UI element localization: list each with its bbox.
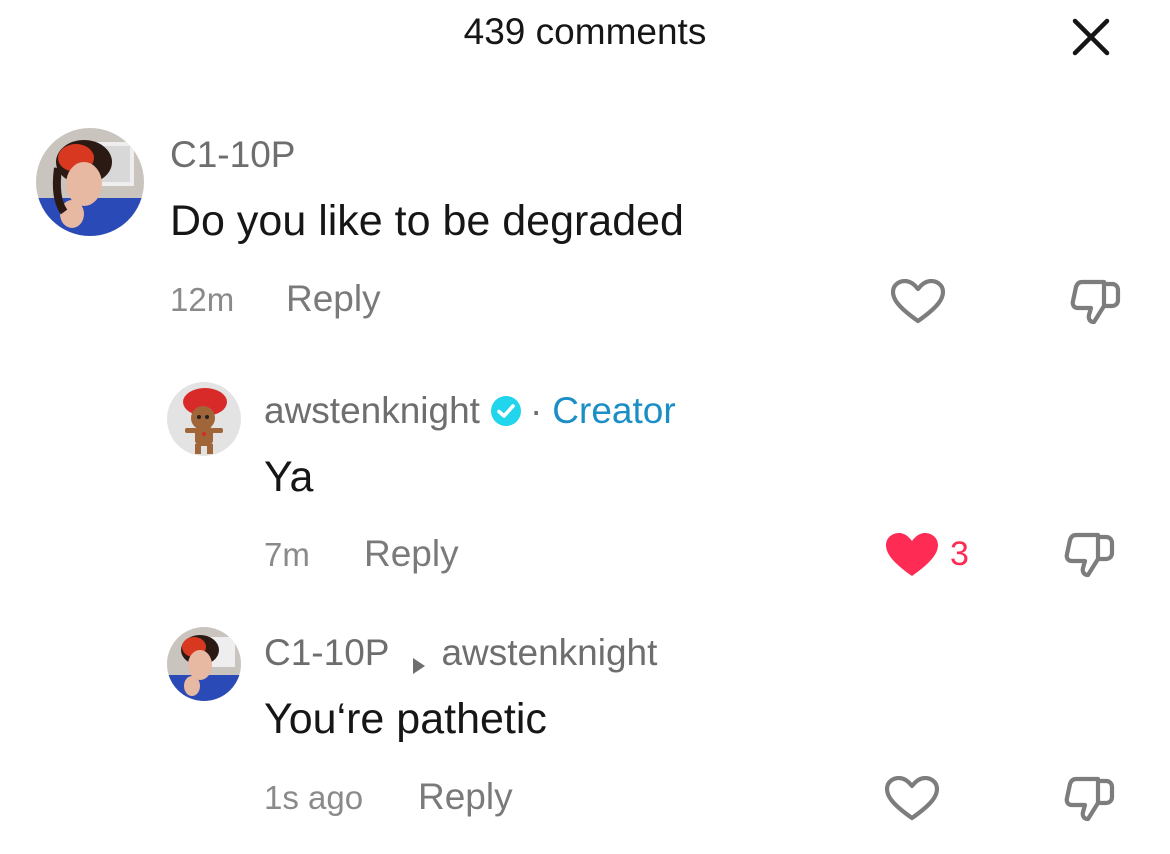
like-button[interactable] bbox=[884, 775, 940, 822]
verified-badge-icon bbox=[490, 395, 522, 427]
like-button[interactable] bbox=[890, 278, 946, 325]
heart-filled-icon bbox=[886, 533, 938, 576]
creator-avatar-image bbox=[167, 382, 241, 456]
like-count: 3 bbox=[950, 535, 969, 573]
like-button[interactable] bbox=[884, 532, 940, 578]
comments-count-title: 439 comments bbox=[463, 11, 707, 52]
user-avatar-image bbox=[36, 128, 144, 236]
reply-button[interactable]: Reply bbox=[364, 532, 459, 576]
comment-timestamp: 7m bbox=[264, 536, 310, 573]
comment-text: You‘re pathetic bbox=[264, 695, 547, 743]
thumbs-down-icon bbox=[1064, 532, 1115, 578]
dislike-button[interactable] bbox=[1064, 531, 1116, 579]
creator-header-row: awstenknight · Creator bbox=[264, 388, 676, 434]
reply-button[interactable]: Reply bbox=[418, 775, 513, 819]
comment-text: Ya bbox=[264, 453, 314, 501]
user-avatar-image bbox=[167, 627, 241, 701]
comment-text: Do you like to be degraded bbox=[170, 197, 684, 245]
comment-username[interactable]: awstenknight bbox=[264, 390, 480, 432]
thumbs-down-icon bbox=[1070, 279, 1121, 325]
separator-dot: · bbox=[529, 390, 543, 431]
dislike-button[interactable] bbox=[1070, 278, 1122, 326]
reply-arrow-icon bbox=[411, 643, 427, 674]
close-icon[interactable] bbox=[1068, 14, 1114, 60]
reply-button[interactable]: Reply bbox=[286, 277, 381, 321]
heart-outline-icon bbox=[890, 278, 946, 324]
creator-badge: Creator bbox=[552, 390, 676, 431]
comment-username[interactable]: C1-10P bbox=[264, 632, 389, 674]
avatar[interactable] bbox=[36, 128, 144, 236]
thumbs-down-icon bbox=[1064, 776, 1115, 822]
comment-timestamp: 12m bbox=[170, 281, 235, 318]
dislike-button[interactable] bbox=[1064, 775, 1116, 823]
heart-outline-icon bbox=[884, 775, 940, 821]
avatar[interactable] bbox=[167, 382, 241, 456]
reply-header-row: C1-10P awstenknight bbox=[264, 630, 657, 676]
comment-timestamp: 1s ago bbox=[264, 779, 364, 816]
comment-username[interactable]: C1-10P bbox=[170, 133, 295, 177]
comments-sheet: 439 comments C1-10P Do you like to be de… bbox=[0, 0, 1170, 854]
close-button[interactable] bbox=[1068, 14, 1114, 60]
avatar[interactable] bbox=[167, 627, 241, 701]
reply-to-username[interactable]: awstenknight bbox=[441, 632, 657, 674]
